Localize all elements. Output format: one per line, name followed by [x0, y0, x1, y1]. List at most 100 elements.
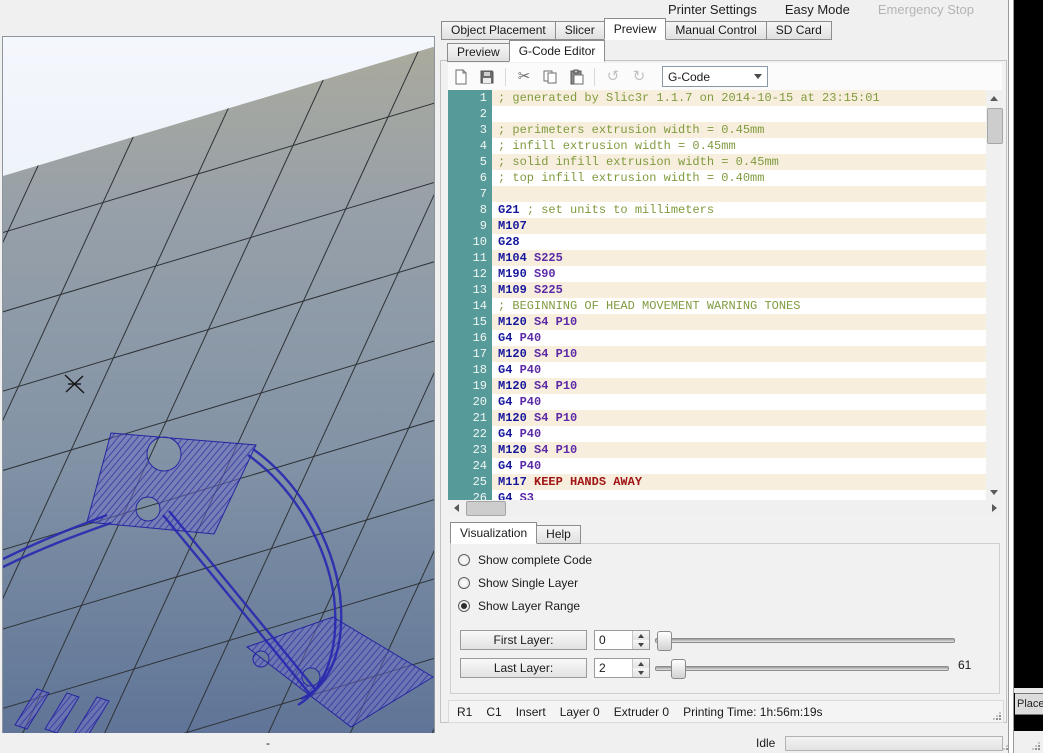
viewport-3d[interactable] — [2, 36, 435, 735]
code-line: 10G28 — [448, 234, 986, 250]
background-window-place-button[interactable]: Place — [1015, 693, 1043, 715]
first-layer-slider-thumb[interactable] — [657, 631, 672, 651]
code-token: M120 — [498, 379, 534, 393]
last-layer-button[interactable]: Last Layer: — [460, 658, 587, 678]
last-layer-slider[interactable] — [655, 658, 949, 678]
line-number: 22 — [448, 426, 492, 442]
line-number: 3 — [448, 122, 492, 138]
gcode-editor[interactable]: 1; generated by Slic3r 1.1.7 on 2014-10-… — [448, 90, 986, 500]
last-layer-down-button[interactable] — [633, 668, 649, 677]
radio-icon[interactable] — [458, 600, 470, 612]
first-layer-slider[interactable] — [655, 630, 955, 650]
option-show-layer-range[interactable]: Show Layer Range — [458, 594, 592, 617]
status-item: C1 — [486, 705, 501, 719]
menu-item-easy-mode[interactable]: Easy Mode — [785, 2, 850, 17]
new-file-icon — [453, 69, 469, 85]
tab-object-placement[interactable]: Object Placement — [441, 21, 556, 40]
app-window: Printer Settings Easy Mode Emergency Stop — [0, 0, 1043, 753]
line-number: 26 — [448, 490, 492, 500]
line-number: 2 — [448, 106, 492, 122]
cut-button[interactable]: ✂ — [512, 66, 536, 88]
print-bed-canvas — [3, 37, 434, 734]
undo-button[interactable]: ↺ — [601, 66, 625, 88]
code-text: M104 S225 — [492, 250, 563, 266]
radio-icon[interactable] — [458, 577, 470, 589]
last-layer-spinner[interactable]: 2 — [594, 658, 650, 678]
status-item: Layer 0 — [560, 705, 600, 719]
tab-preview[interactable]: Preview — [604, 18, 667, 40]
line-number: 11 — [448, 250, 492, 266]
code-token: S4 P10 — [534, 379, 577, 393]
first-layer-spinner[interactable]: 0 — [594, 630, 650, 650]
new-file-button[interactable] — [449, 66, 473, 88]
scroll-right-button[interactable] — [986, 500, 1002, 516]
scroll-down-button[interactable] — [986, 484, 1002, 500]
horizontal-scroll-thumb[interactable] — [466, 501, 506, 516]
progress-bar — [785, 736, 1003, 751]
code-text: ; top infill extrusion width = 0.40mm — [492, 170, 764, 186]
bottom-left-label: - — [266, 736, 270, 750]
tab-sd-card[interactable]: SD Card — [766, 21, 832, 40]
first-layer-button[interactable]: First Layer: — [460, 630, 587, 650]
last-layer-slider-thumb[interactable] — [671, 659, 686, 679]
option-show-complete-code[interactable]: Show complete Code — [458, 548, 592, 571]
gcode-type-select[interactable]: G-Code — [662, 66, 768, 87]
arrow-left-icon — [454, 504, 459, 512]
code-token: S3 — [520, 491, 534, 500]
last-layer-up-button[interactable] — [633, 659, 649, 668]
status-item: Insert — [516, 705, 546, 719]
redo-button[interactable]: ↻ — [627, 66, 651, 88]
panel-resize-grip[interactable] — [991, 710, 1002, 721]
code-line: 25M117 KEEP HANDS AWAY — [448, 474, 986, 490]
code-token: S225 — [534, 283, 563, 297]
slider-track[interactable] — [655, 666, 949, 671]
code-text: M190 S90 — [492, 266, 556, 282]
code-token: G4 — [498, 427, 520, 441]
code-token: S4 P10 — [534, 443, 577, 457]
code-line: 26 G4 S3 — [448, 490, 986, 500]
code-text: M117 KEEP HANDS AWAY — [492, 474, 642, 490]
first-layer-up-button[interactable] — [633, 631, 649, 640]
tab-slicer[interactable]: Slicer — [555, 21, 605, 40]
paste-button[interactable] — [564, 66, 588, 88]
scroll-left-button[interactable] — [448, 500, 464, 516]
radio-icon[interactable] — [458, 554, 470, 566]
editor-tab-g-code-editor[interactable]: G-Code Editor — [509, 40, 606, 62]
code-line: 13M109 S225 — [448, 282, 986, 298]
code-text: G28 — [492, 234, 520, 250]
menu-item-emergency-stop[interactable]: Emergency Stop — [878, 2, 974, 17]
code-token: M117 — [498, 475, 534, 489]
first-layer-down-button[interactable] — [633, 640, 649, 649]
menu-item-printer-settings[interactable]: Printer Settings — [668, 2, 757, 17]
vertical-scrollbar[interactable] — [986, 90, 1002, 500]
line-number: 15 — [448, 314, 492, 330]
code-text: G4 P40 — [492, 394, 541, 410]
code-token: G4 — [498, 491, 520, 500]
code-line: 20G4 P40 — [448, 394, 986, 410]
copy-button[interactable] — [538, 66, 562, 88]
spinner-up-icon — [638, 634, 644, 638]
line-number: 4 — [448, 138, 492, 154]
save-button[interactable] — [475, 66, 499, 88]
horizontal-scrollbar[interactable] — [448, 500, 1002, 516]
viz-tab-visualization[interactable]: Visualization — [450, 522, 537, 544]
line-number: 24 — [448, 458, 492, 474]
radio-label: Show Single Layer — [478, 576, 578, 590]
code-line: 15M120 S4 P10 — [448, 314, 986, 330]
code-token: ; top infill extrusion width = 0.40mm — [498, 171, 764, 185]
tab-manual-control[interactable]: Manual Control — [665, 21, 766, 40]
code-line: 24G4 P40 — [448, 458, 986, 474]
code-line: 12M190 S90 — [448, 266, 986, 282]
scroll-up-button[interactable] — [986, 90, 1002, 106]
viz-tab-help[interactable]: Help — [536, 525, 581, 544]
spinner-up-icon — [638, 662, 644, 666]
editor-tab-preview[interactable]: Preview — [447, 43, 510, 62]
background-window-grip[interactable] — [1030, 740, 1041, 751]
option-show-single-layer[interactable]: Show Single Layer — [458, 571, 592, 594]
editor-status-bar: R1C1InsertLayer 0Extruder 0Printing Time… — [448, 700, 1004, 723]
slider-track[interactable] — [655, 638, 955, 643]
vertical-scroll-thumb[interactable] — [987, 108, 1003, 144]
paste-icon — [568, 69, 584, 85]
line-number: 13 — [448, 282, 492, 298]
code-token: P40 — [520, 427, 542, 441]
